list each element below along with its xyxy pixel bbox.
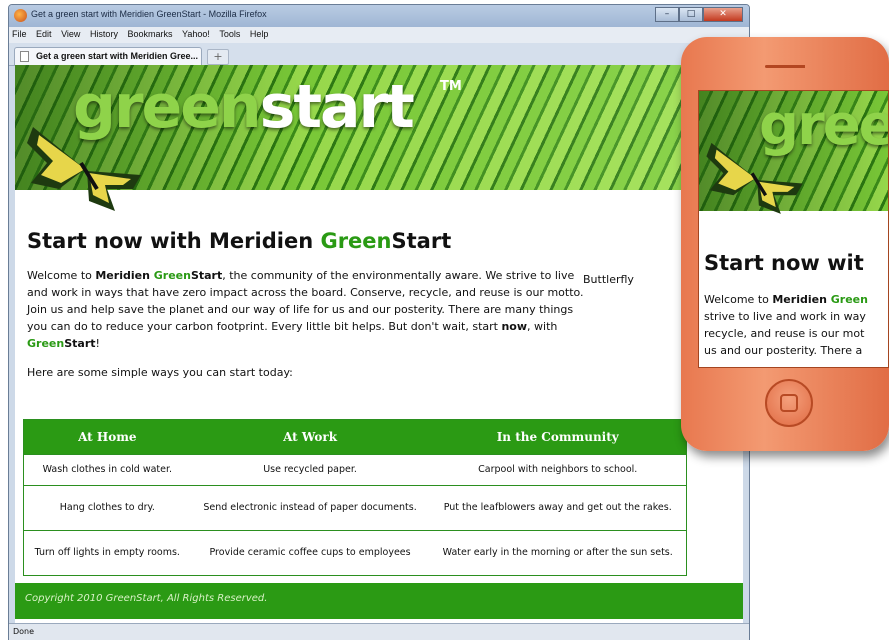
- table-cell: Send electronic instead of paper documen…: [190, 485, 430, 531]
- table-cell: Use recycled paper.: [190, 454, 430, 486]
- col-header-home: At Home: [24, 420, 191, 455]
- close-button[interactable]: ✕: [703, 7, 743, 22]
- tab-label: Get a green start with Meridien Gree...: [36, 51, 199, 61]
- title-bar: Get a green start with Meridien GreenSta…: [9, 5, 749, 27]
- menu-tools[interactable]: Tools: [219, 29, 240, 39]
- image-caption: Buttlerfly: [583, 273, 634, 286]
- main-content: Start now with Meridien GreenStart Welco…: [27, 229, 727, 390]
- butterfly-image: [27, 127, 141, 211]
- tab-greenstart[interactable]: Get a green start with Meridien Gree...: [14, 47, 202, 65]
- firefox-icon: [14, 9, 27, 22]
- new-tab-button[interactable]: +: [207, 49, 229, 65]
- phone-speaker: [765, 65, 805, 68]
- phone-mockup: gree Start now wit Welcome to Meridien G…: [681, 37, 889, 451]
- menu-yahoo[interactable]: Yahoo!: [182, 29, 210, 39]
- menu-bar: File Edit View History Bookmarks Yahoo! …: [9, 27, 749, 43]
- table-cell: Turn off lights in empty rooms.: [24, 530, 191, 575]
- tips-table: At Home At Work In the Community Wash cl…: [23, 419, 687, 576]
- copyright-text: Copyright 2010 GreenStart, All Rights Re…: [25, 593, 268, 604]
- table-cell: Provide ceramic coffee cups to employees: [190, 530, 430, 575]
- browser-window: Get a green start with Meridien GreenSta…: [8, 4, 750, 640]
- intro-paragraph: Welcome to Meridien GreenStart, the comm…: [27, 269, 584, 350]
- menu-edit[interactable]: Edit: [36, 29, 52, 39]
- page-heading: Start now with Meridien GreenStart: [27, 229, 452, 253]
- table-row: Wash clothes in cold water. Use recycled…: [24, 454, 686, 486]
- trademark: TM: [440, 79, 462, 94]
- tab-bar: Get a green start with Meridien Gree... …: [9, 43, 749, 66]
- table-cell: Carpool with neighbors to school.: [429, 454, 686, 486]
- minimize-button[interactable]: –: [655, 7, 679, 22]
- table-cell: Wash clothes in cold water.: [24, 454, 191, 486]
- page-icon: [20, 51, 29, 62]
- table-cell: Hang clothes to dry.: [24, 485, 191, 531]
- menu-history[interactable]: History: [90, 29, 118, 39]
- page-footer: Copyright 2010 GreenStart, All Rights Re…: [15, 583, 743, 619]
- status-text: Done: [13, 627, 35, 636]
- phone-paragraph: Welcome to Meridien Green strive to live…: [704, 293, 868, 357]
- ways-intro: Here are some simple ways you can start …: [27, 366, 293, 379]
- table-cell: Put the leafblowers away and get out the…: [429, 485, 686, 531]
- window-title: Get a green start with Meridien GreenSta…: [31, 9, 267, 19]
- menu-view[interactable]: View: [61, 29, 80, 39]
- table-row: Hang clothes to dry. Send electronic ins…: [24, 485, 686, 531]
- menu-help[interactable]: Help: [250, 29, 269, 39]
- page-viewport: greenstart TM Start now with Meridien Gr…: [15, 65, 743, 623]
- status-bar: Done: [9, 623, 749, 640]
- table-row: Turn off lights in empty rooms. Provide …: [24, 530, 686, 575]
- maximize-button[interactable]: □: [679, 7, 703, 22]
- phone-home-button[interactable]: [765, 379, 813, 427]
- menu-bookmarks[interactable]: Bookmarks: [127, 29, 172, 39]
- window-controls: – □ ✕: [655, 7, 743, 23]
- phone-heading: Start now wit: [704, 251, 864, 275]
- col-header-community: In the Community: [429, 420, 686, 455]
- col-header-work: At Work: [190, 420, 430, 455]
- menu-file[interactable]: File: [12, 29, 27, 39]
- phone-screen: gree Start now wit Welcome to Meridien G…: [698, 90, 889, 368]
- phone-butterfly-image: [706, 142, 803, 214]
- table-cell: Water early in the morning or after the …: [429, 530, 686, 575]
